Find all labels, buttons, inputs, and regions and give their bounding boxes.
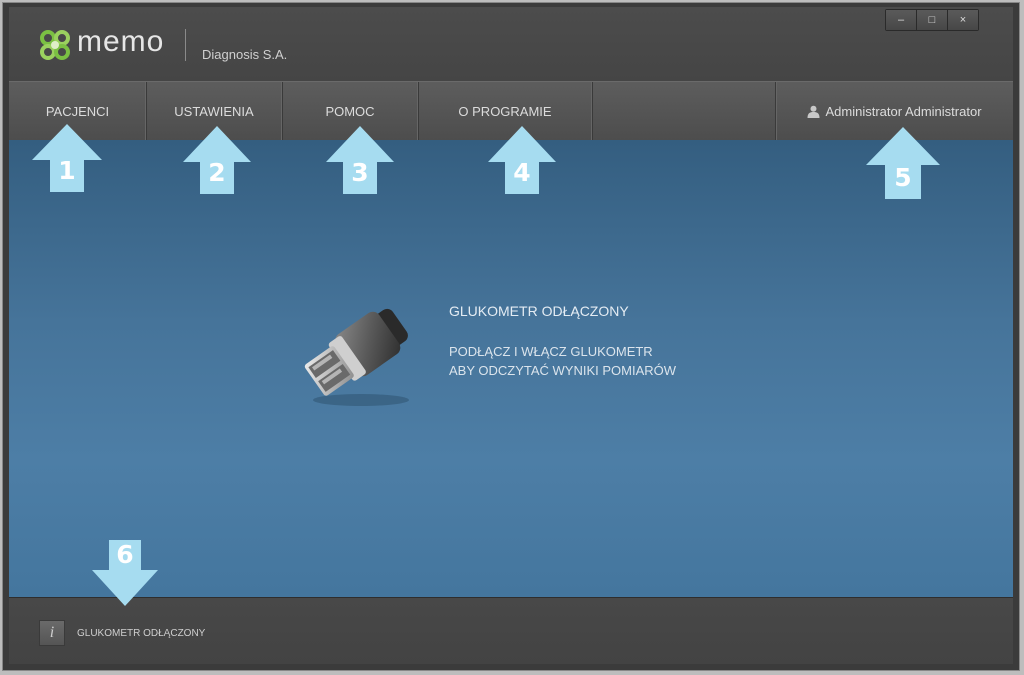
app-header: memo Diagnosis S.A. – □ ×: [9, 7, 1013, 81]
info-icon: i: [39, 620, 65, 646]
user-name: Administrator Administrator: [825, 103, 982, 119]
logo-text: memo: [77, 25, 165, 58]
callout-arrow-up-4: 4: [488, 126, 556, 194]
company-name: Diagnosis S.A.: [202, 47, 288, 62]
status-bar: i GLUKOMETR ODŁĄCZONY: [9, 597, 1013, 664]
window-controls: – □ ×: [885, 9, 979, 31]
instruction-line-1: PODŁĄCZ I WŁĄCZ GLUKOMETR: [449, 344, 653, 359]
status-text: GLUKOMETR ODŁĄCZONY: [77, 628, 206, 639]
callout-number: 5: [894, 163, 912, 192]
maximize-button[interactable]: □: [917, 10, 948, 30]
callout-arrow-up-3: 3: [326, 126, 394, 194]
memo-logo-icon: [39, 29, 71, 66]
close-button[interactable]: ×: [948, 10, 978, 30]
instruction-line-2: ABY ODCZYTAĆ WYNIKI POMIARÓW: [449, 363, 677, 378]
device-status-title: GLUKOMETR ODŁĄCZONY: [449, 303, 629, 319]
main-content: GLUKOMETR ODŁĄCZONY PODŁĄCZ I WŁĄCZ GLUK…: [9, 140, 1013, 597]
usb-glucometer-icon: [299, 288, 424, 418]
logo-divider: [185, 29, 186, 61]
app-frame: memo Diagnosis S.A. – □ × PACJENCI USTAW…: [9, 7, 1013, 664]
user-icon: [807, 105, 820, 118]
callout-arrow-up-1: 1: [32, 124, 102, 192]
callout-number: 1: [58, 156, 76, 185]
minimize-button[interactable]: –: [886, 10, 917, 30]
callout-number: 4: [513, 158, 531, 187]
callout-number: 3: [351, 158, 369, 187]
callout-arrow-up-2: 2: [183, 126, 251, 194]
callout-arrow-up-5: 5: [866, 127, 940, 199]
callout-number: 2: [208, 158, 226, 187]
callout-arrow-down-6: 6: [92, 540, 158, 606]
callout-number: 6: [116, 540, 134, 569]
